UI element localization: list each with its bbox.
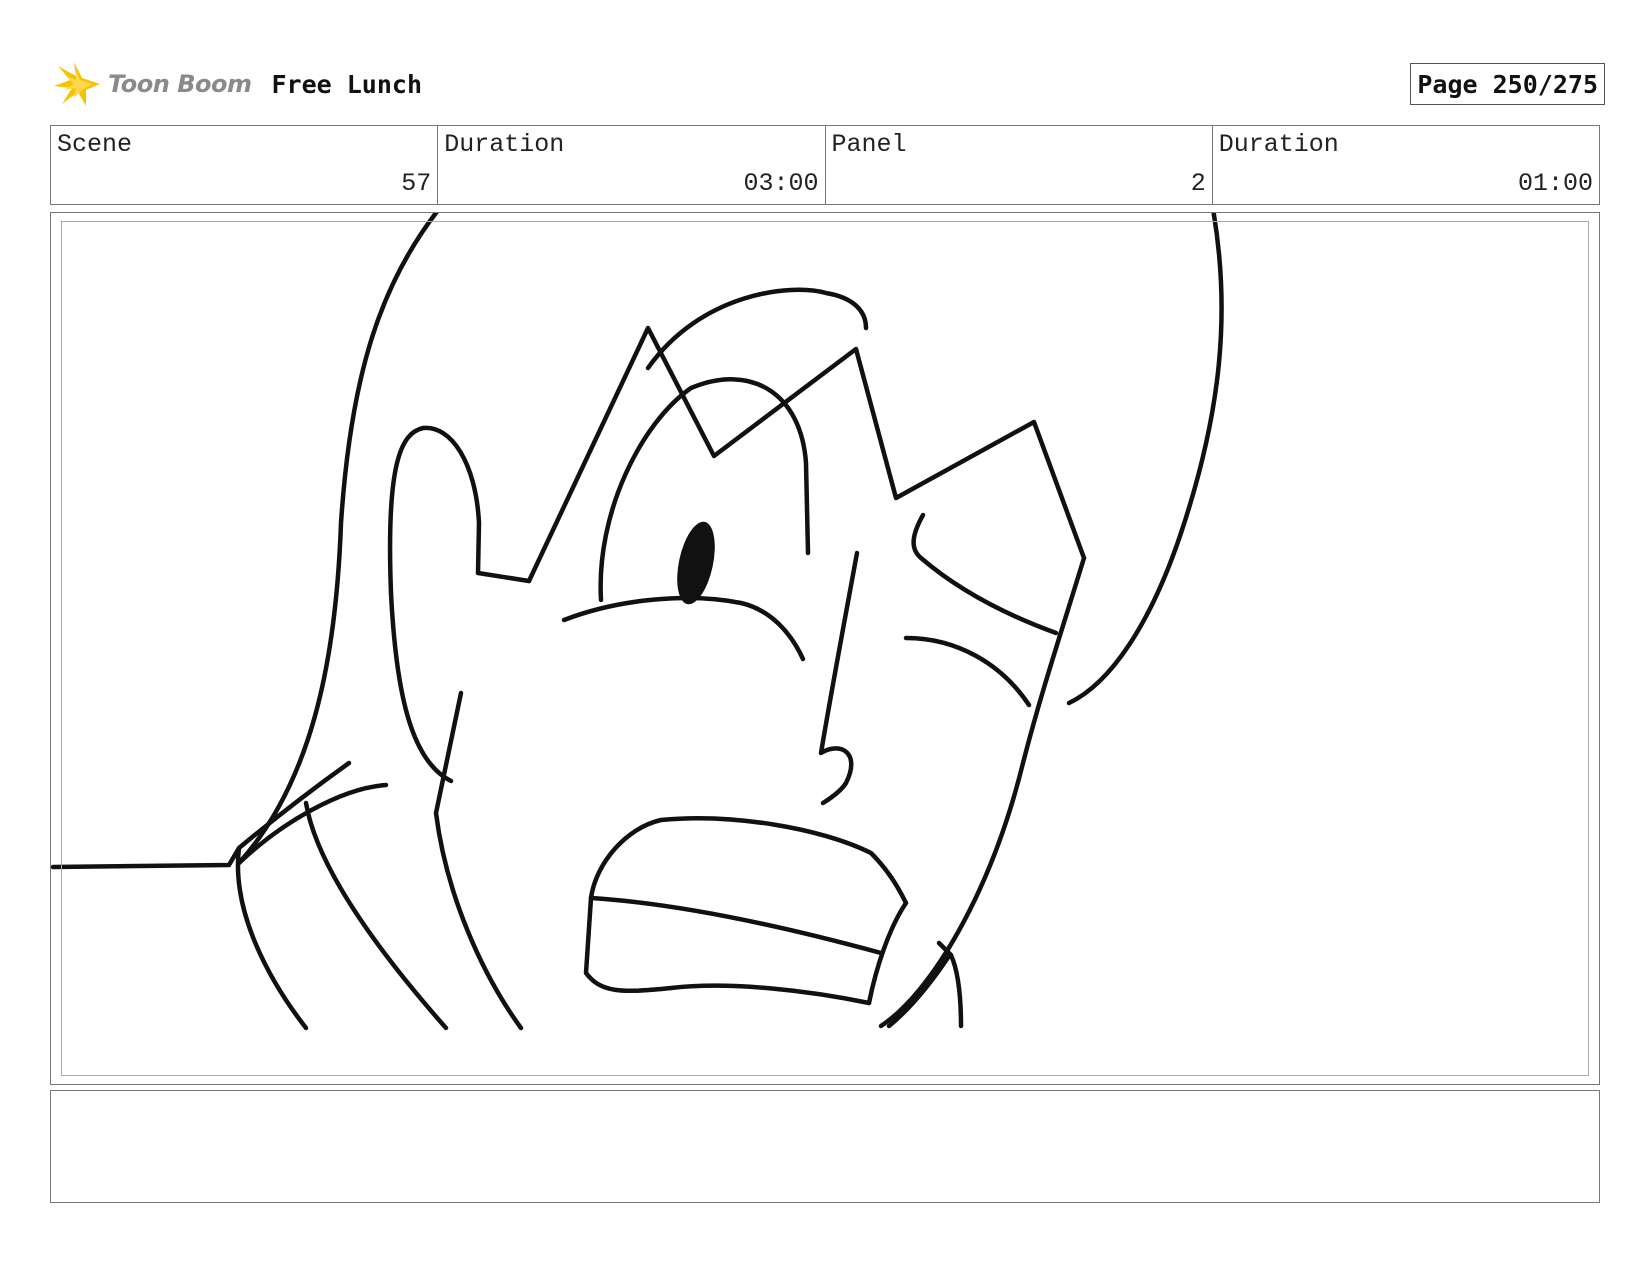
scene-value: 57 [401,169,432,198]
scene-duration-value: 03:00 [743,169,819,198]
scene-cell: Scene 57 [51,126,439,204]
notes-box[interactable] [50,1090,1600,1203]
storyboard-panel [50,212,1600,1085]
panel-duration-cell: Duration 01:00 [1213,126,1599,204]
scene-label: Scene [57,130,133,159]
panel-value: 2 [1190,169,1206,198]
starburst-icon [54,62,100,106]
panel-duration-label: Duration [1218,130,1339,159]
scene-duration-label: Duration [444,130,565,159]
logo-text: Toon Boom [108,70,252,98]
page-indicator: Page 250/275 [1410,63,1605,105]
header: Toon Boom Free Lunch [52,56,422,112]
panel-label: Panel [831,130,907,159]
panel-duration-value: 01:00 [1517,169,1593,198]
safe-area-frame [61,221,1589,1076]
toon-boom-logo: Toon Boom [52,58,252,110]
panel-cell: Panel 2 [826,126,1213,204]
project-title: Free Lunch [271,69,422,99]
scene-duration-cell: Duration 03:00 [438,126,826,204]
info-table: Scene 57 Duration 03:00 Panel 2 Duration… [50,125,1600,205]
